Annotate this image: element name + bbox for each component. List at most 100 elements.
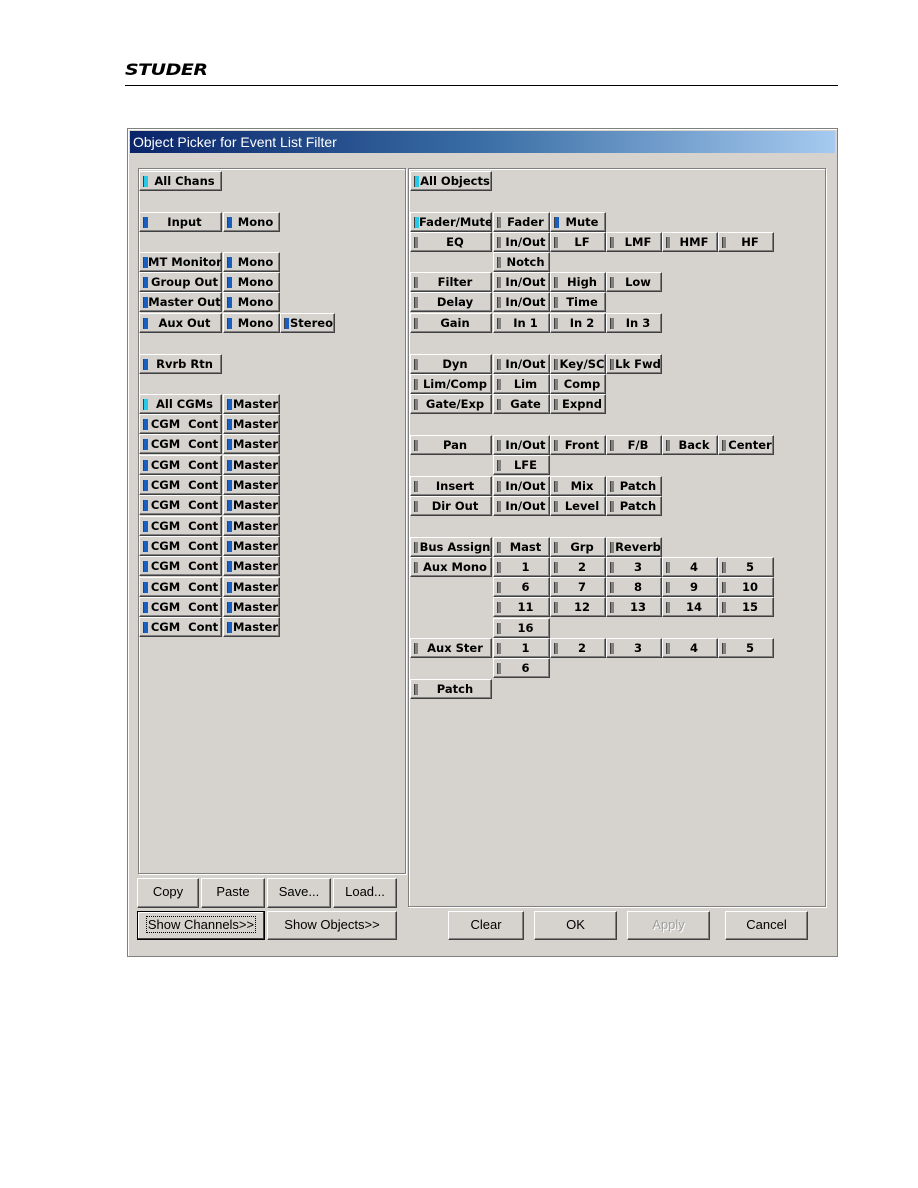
show-channels-button[interactable]: Show Channels>> (137, 911, 265, 940)
toggle-aux-mono[interactable]: Aux Mono (410, 557, 492, 577)
toggle-back[interactable]: Back (662, 435, 718, 455)
toggle-master[interactable]: Master (223, 414, 280, 434)
toggle-mono[interactable]: Mono (223, 313, 280, 333)
toggle-aux-ster[interactable]: Aux Ster (410, 638, 492, 658)
toggle-in-3[interactable]: In 3 (606, 313, 662, 333)
toggle-notch[interactable]: Notch (493, 252, 550, 272)
toggle-mast[interactable]: Mast (493, 537, 550, 557)
toggle-cgm-cont[interactable]: CGM Cont (139, 577, 222, 597)
toggle-1[interactable]: 1 (493, 557, 550, 577)
toggle-master[interactable]: Master (223, 455, 280, 475)
toggle-eq[interactable]: EQ (410, 232, 492, 252)
toggle-level[interactable]: Level (550, 496, 606, 516)
toggle-master[interactable]: Master (223, 475, 280, 495)
toggle-mono[interactable]: Mono (223, 252, 280, 272)
apply-button[interactable]: Apply (627, 911, 710, 940)
toggle-9[interactable]: 9 (662, 577, 718, 597)
toggle-stereo[interactable]: Stereo (280, 313, 335, 333)
toggle-7[interactable]: 7 (550, 577, 606, 597)
toggle-center[interactable]: Center (718, 435, 774, 455)
toggle-2[interactable]: 2 (550, 557, 606, 577)
toggle-all-cgms[interactable]: All CGMs (139, 394, 222, 414)
copy-button[interactable]: Copy (137, 878, 199, 908)
toggle-master[interactable]: Master (223, 394, 280, 414)
toggle-6[interactable]: 6 (493, 658, 550, 678)
toggle-3[interactable]: 3 (606, 638, 662, 658)
toggle-lk-fwd[interactable]: Lk Fwd (606, 354, 662, 374)
toggle-cgm-cont[interactable]: CGM Cont (139, 617, 222, 637)
toggle-aux-out[interactable]: Aux Out (139, 313, 222, 333)
toggle-1[interactable]: 1 (493, 638, 550, 658)
toggle-patch[interactable]: Patch (410, 679, 492, 699)
toggle-patch[interactable]: Patch (606, 476, 662, 496)
toggle-patch[interactable]: Patch (606, 496, 662, 516)
toggle-high[interactable]: High (550, 272, 606, 292)
toggle-cgm-cont[interactable]: CGM Cont (139, 455, 222, 475)
toggle-rvrb-rtn[interactable]: Rvrb Rtn (139, 354, 222, 374)
toggle-in-out[interactable]: In/Out (493, 272, 550, 292)
toggle-master-out[interactable]: Master Out (139, 292, 222, 312)
toggle-lim-comp[interactable]: Lim/Comp (410, 374, 492, 394)
toggle-reverb[interactable]: Reverb (606, 537, 662, 557)
toggle-front[interactable]: Front (550, 435, 606, 455)
toggle-key-sc[interactable]: Key/SC (550, 354, 606, 374)
toggle-in-out[interactable]: In/Out (493, 292, 550, 312)
toggle-dyn[interactable]: Dyn (410, 354, 492, 374)
toggle-gate-exp[interactable]: Gate/Exp (410, 394, 492, 414)
toggle-low[interactable]: Low (606, 272, 662, 292)
toggle-dir-out[interactable]: Dir Out (410, 496, 492, 516)
toggle-master[interactable]: Master (223, 617, 280, 637)
toggle-in-out[interactable]: In/Out (493, 232, 550, 252)
toggle-12[interactable]: 12 (550, 597, 606, 617)
toggle-cgm-cont[interactable]: CGM Cont (139, 536, 222, 556)
toggle-time[interactable]: Time (550, 292, 606, 312)
toggle-master[interactable]: Master (223, 577, 280, 597)
toggle-hf[interactable]: HF (718, 232, 774, 252)
show-objects-button[interactable]: Show Objects>> (267, 911, 397, 940)
toggle-8[interactable]: 8 (606, 577, 662, 597)
toggle-group-out[interactable]: Group Out (139, 272, 222, 292)
toggle-lim[interactable]: Lim (493, 374, 550, 394)
toggle-lf[interactable]: LF (550, 232, 606, 252)
toggle-mt-monitor[interactable]: MT Monitor (139, 252, 222, 272)
toggle-cgm-cont[interactable]: CGM Cont (139, 556, 222, 576)
toggle-comp[interactable]: Comp (550, 374, 606, 394)
toggle-in-out[interactable]: In/Out (493, 476, 550, 496)
toggle-master[interactable]: Master (223, 495, 280, 515)
toggle-5[interactable]: 5 (718, 638, 774, 658)
toggle-2[interactable]: 2 (550, 638, 606, 658)
toggle-fader[interactable]: Fader (493, 212, 550, 232)
toggle-master[interactable]: Master (223, 556, 280, 576)
toggle-lmf[interactable]: LMF (606, 232, 662, 252)
toggle-insert[interactable]: Insert (410, 476, 492, 496)
toggle-5[interactable]: 5 (718, 557, 774, 577)
toggle-master[interactable]: Master (223, 536, 280, 556)
toggle-cgm-cont[interactable]: CGM Cont (139, 495, 222, 515)
toggle-6[interactable]: 6 (493, 577, 550, 597)
toggle-gate[interactable]: Gate (493, 394, 550, 414)
toggle-16[interactable]: 16 (493, 618, 550, 638)
toggle-3[interactable]: 3 (606, 557, 662, 577)
toggle-mono[interactable]: Mono (223, 292, 280, 312)
toggle-in-out[interactable]: In/Out (493, 435, 550, 455)
toggle-filter[interactable]: Filter (410, 272, 492, 292)
toggle-cgm-cont[interactable]: CGM Cont (139, 597, 222, 617)
toggle-11[interactable]: 11 (493, 597, 550, 617)
toggle-15[interactable]: 15 (718, 597, 774, 617)
toggle-f-b[interactable]: F/B (606, 435, 662, 455)
toggle-cgm-cont[interactable]: CGM Cont (139, 434, 222, 454)
toggle-delay[interactable]: Delay (410, 292, 492, 312)
toggle-mono[interactable]: Mono (223, 212, 280, 232)
toggle-grp[interactable]: Grp (550, 537, 606, 557)
toggle-fader-mute[interactable]: Fader/Mute (410, 212, 492, 232)
toggle-all-objects[interactable]: All Objects (410, 171, 492, 191)
toggle-in-out[interactable]: In/Out (493, 354, 550, 374)
cancel-button[interactable]: Cancel (725, 911, 808, 940)
toggle-master[interactable]: Master (223, 597, 280, 617)
toggle-gain[interactable]: Gain (410, 313, 492, 333)
toggle-in-out[interactable]: In/Out (493, 496, 550, 516)
toggle-4[interactable]: 4 (662, 638, 718, 658)
toggle-master[interactable]: Master (223, 516, 280, 536)
toggle-cgm-cont[interactable]: CGM Cont (139, 414, 222, 434)
load-button[interactable]: Load... (333, 878, 397, 908)
